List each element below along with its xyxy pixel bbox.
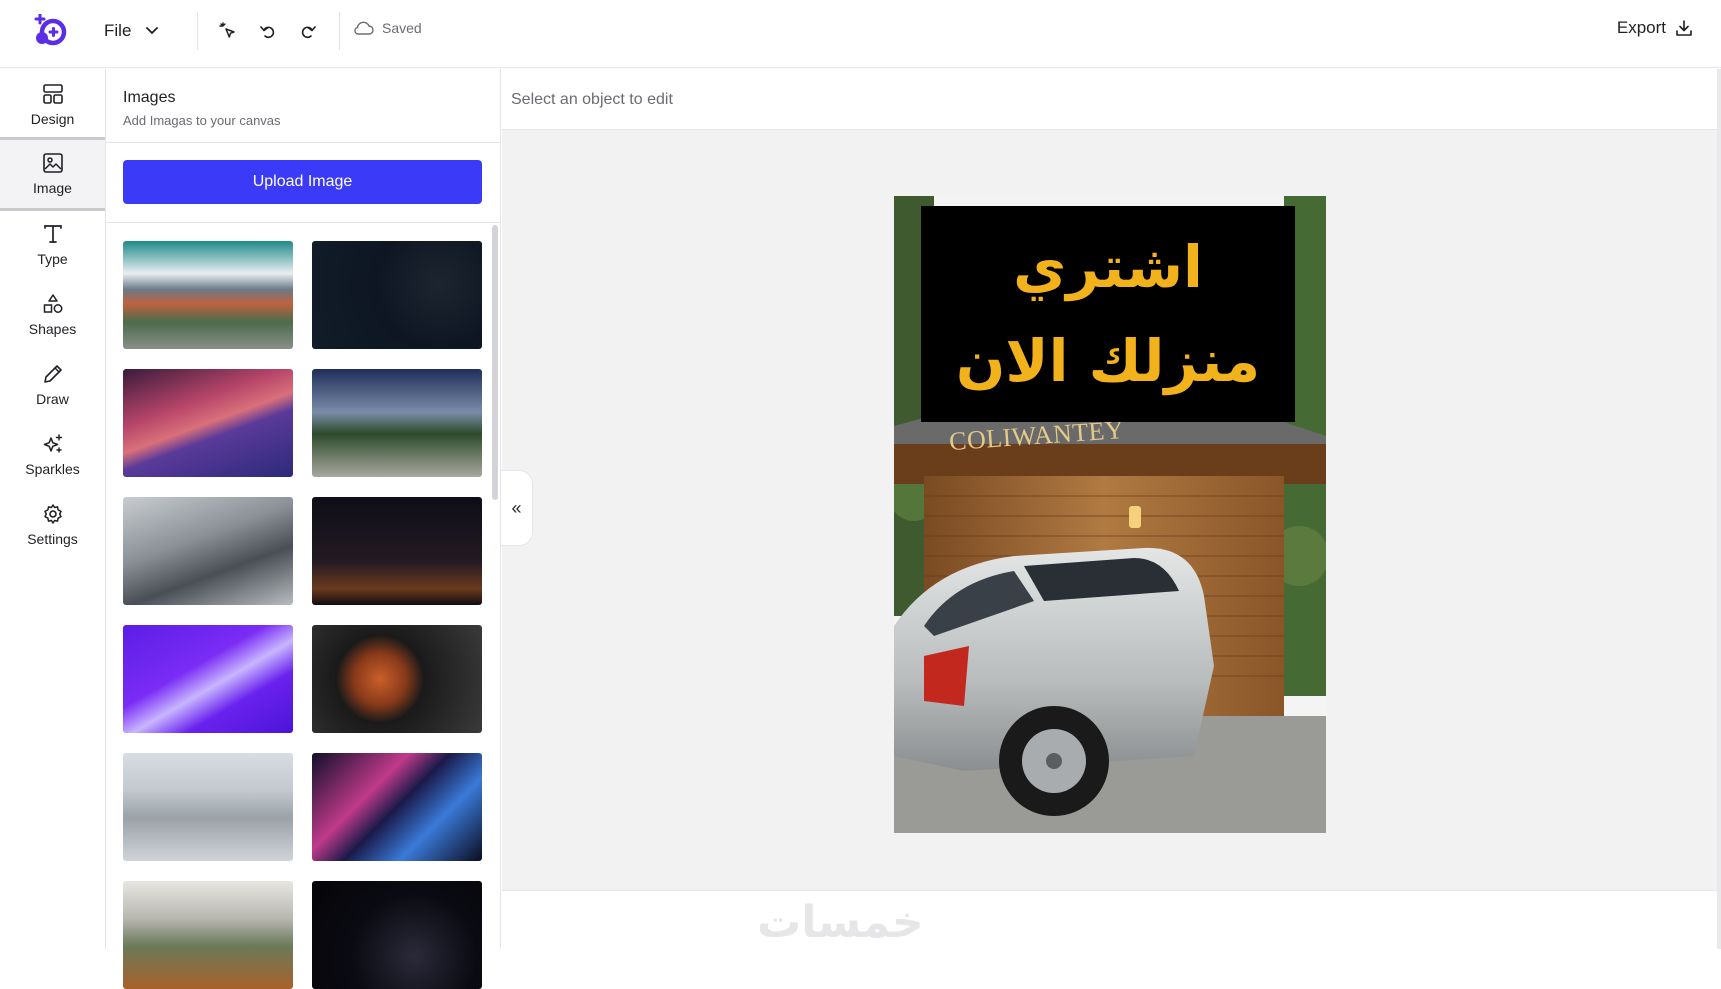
nav-item-image[interactable]: Image — [0, 137, 105, 211]
nav-item-shapes[interactable]: Shapes — [0, 281, 105, 349]
nav-item-label: Type — [37, 251, 68, 267]
watermark-logo: خمسات — [757, 898, 924, 947]
properties-bar: Select an object to edit — [502, 69, 1721, 130]
nav-item-label: Design — [30, 111, 75, 127]
panel-subtitle: Add Imagas to your canvas — [123, 113, 281, 128]
design-canvas[interactable]: COLIWANTEY اشتري منزلك الان — [894, 196, 1326, 833]
download-icon — [1676, 20, 1692, 36]
layout-icon — [42, 84, 63, 104]
top-toolbar: File Saved Export — [0, 0, 1721, 68]
headline-line-2: منزلك الان — [955, 327, 1261, 395]
nav-item-label: Settings — [27, 531, 78, 547]
save-status: Saved — [352, 20, 422, 36]
toolbar-divider — [197, 12, 198, 50]
undo-icon — [260, 26, 275, 39]
gear-icon — [43, 504, 62, 524]
selection-hint: Select an object to edit — [511, 91, 673, 108]
nav-item-label: Sparkles — [25, 461, 80, 477]
cursor-sparkle-icon — [219, 22, 235, 38]
upload-image-button[interactable]: Upload Image — [123, 160, 482, 204]
nav-item-label: Shapes — [28, 321, 77, 337]
nav-item-draw[interactable]: Draw — [0, 351, 105, 419]
headline-textbox[interactable]: اشتري منزلك الان — [921, 206, 1295, 422]
nav-item-type[interactable]: Type — [0, 211, 105, 279]
image-thumbnail[interactable] — [123, 753, 293, 861]
export-button[interactable]: Export — [1617, 18, 1693, 38]
image-thumbnail[interactable] — [312, 881, 482, 989]
panel-header: Images Add Imagas to your canvas — [106, 69, 500, 143]
magic-select-button[interactable] — [215, 18, 241, 44]
image-thumbnail[interactable] — [312, 625, 482, 733]
sidebar-nav: Design Image Type Shapes Draw Sparkles S… — [0, 69, 106, 949]
image-thumbnail[interactable] — [312, 241, 482, 349]
chevron-down-icon — [146, 27, 159, 35]
save-status-label: Saved — [382, 20, 422, 36]
image-thumbnail[interactable] — [312, 753, 482, 861]
image-icon — [42, 153, 63, 173]
file-menu-button[interactable]: File — [104, 16, 159, 46]
image-thumbnail[interactable] — [312, 497, 482, 605]
image-thumbnail[interactable] — [123, 369, 293, 477]
nav-item-design[interactable]: Design — [0, 71, 105, 139]
headline-line-1: اشتري — [1013, 233, 1203, 301]
image-thumbnail[interactable] — [123, 625, 293, 733]
cloud-icon — [354, 21, 374, 35]
redo-button[interactable] — [295, 18, 321, 44]
image-thumbnail[interactable] — [123, 497, 293, 605]
bottom-bar: خمسات — [502, 890, 1721, 949]
chevrons-left-icon: « — [511, 497, 522, 518]
sparkles-icon — [43, 434, 62, 453]
panel-scrollbar[interactable] — [492, 225, 498, 500]
nav-item-label: Image — [33, 180, 72, 196]
shapes-icon — [43, 294, 62, 313]
redo-icon — [301, 26, 316, 39]
undo-button[interactable] — [255, 18, 281, 44]
type-icon — [43, 225, 62, 243]
nav-item-settings[interactable]: Settings — [0, 491, 105, 559]
upload-section: Upload Image — [106, 143, 500, 223]
panel-title: Images — [123, 89, 176, 106]
app-logo-icon[interactable] — [30, 14, 72, 46]
nav-item-sparkles[interactable]: Sparkles — [0, 421, 105, 489]
window-edge — [1717, 69, 1721, 949]
export-label: Export — [1616, 18, 1666, 37]
image-thumbnail[interactable] — [312, 369, 482, 477]
collapse-panel-button[interactable]: « — [501, 470, 533, 546]
nav-item-label: Draw — [36, 391, 69, 407]
toolbar-divider — [339, 12, 340, 50]
pencil-icon — [43, 365, 62, 383]
image-thumbnail[interactable] — [123, 881, 293, 989]
images-panel: Images Add Imagas to your canvas Upload … — [106, 69, 501, 989]
image-thumbnail[interactable] — [123, 241, 293, 349]
file-menu-label: File — [104, 21, 132, 40]
